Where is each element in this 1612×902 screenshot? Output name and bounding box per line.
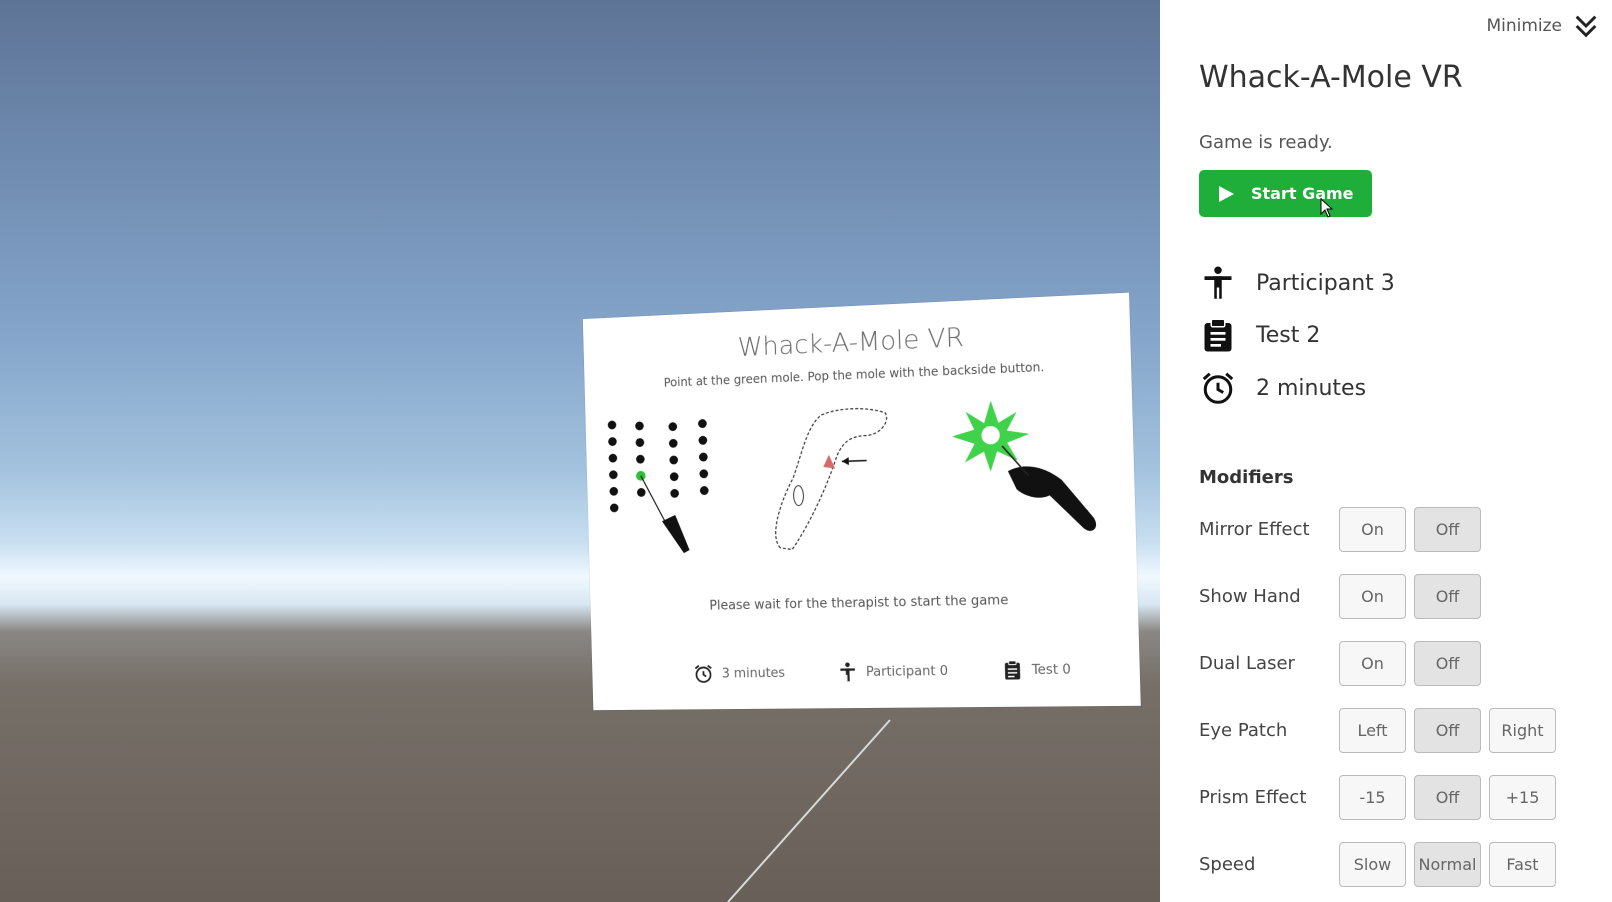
modifier-label: Eye Patch — [1199, 719, 1288, 741]
speed-fast-button[interactable]: Fast — [1489, 841, 1556, 887]
eye-patch-left-button[interactable]: Left — [1339, 707, 1406, 753]
eye-patch-off-button[interactable]: Off — [1414, 707, 1481, 753]
duration-info: 2 minutes — [1200, 370, 1366, 406]
modifier-label: Mirror Effect — [1199, 518, 1310, 540]
card-footer: 3 minutes Participant 0 Test 0 — [668, 658, 1099, 685]
alarm-clock-icon — [1202, 372, 1234, 404]
eye-patch-right-button[interactable]: Right — [1489, 707, 1556, 753]
prism-effect-plus-15-button[interactable]: +15 — [1489, 774, 1556, 820]
dual-laser-off-button[interactable]: Off — [1414, 640, 1481, 686]
modifiers-title: Modifiers — [1199, 467, 1294, 488]
modifier-row-mirror-effect: Mirror Effect On Off — [1199, 505, 1599, 553]
test-info: Test 2 — [1200, 317, 1320, 353]
minimize-button[interactable]: Minimize — [1486, 12, 1600, 40]
modifier-row-dual-laser: Dual Laser On Off — [1199, 639, 1599, 687]
card-footer-duration-text: 3 minutes — [721, 665, 786, 682]
modifier-label: Speed — [1199, 853, 1256, 875]
person-icon — [1204, 266, 1232, 299]
clipboard-icon — [1204, 318, 1232, 352]
speed-normal-button[interactable]: Normal — [1414, 841, 1481, 887]
alarm-clock-icon — [693, 663, 715, 685]
show-hand-on-button[interactable]: On — [1339, 573, 1406, 619]
modifier-row-show-hand: Show Hand On Off — [1199, 572, 1599, 620]
vr-controller-outline-icon — [772, 407, 890, 549]
play-icon — [1219, 185, 1234, 202]
therapist-panel: Minimize Whack-A-Mole VR Game is ready. … — [1160, 0, 1612, 902]
mirror-effect-off-button[interactable]: Off — [1414, 506, 1481, 552]
duration-text: 2 minutes — [1256, 375, 1367, 401]
modifier-row-prism-effect: Prism Effect -15 Off +15 — [1199, 773, 1599, 821]
card-footer-participant-text: Participant 0 — [865, 663, 949, 680]
card-footer-test-text: Test 0 — [1031, 661, 1072, 678]
card-footer-duration: 3 minutes — [693, 662, 786, 685]
game-status: Game is ready. — [1199, 132, 1333, 153]
app-title: Whack-A-Mole VR — [1199, 60, 1463, 95]
participant-text: Participant 3 — [1256, 270, 1395, 296]
participant-info: Participant 3 — [1200, 265, 1395, 301]
dual-laser-on-button[interactable]: On — [1339, 640, 1406, 686]
modifier-label: Prism Effect — [1199, 786, 1307, 808]
modifier-row-speed: Speed Slow Normal Fast — [1199, 840, 1599, 888]
pop-burst-icon — [951, 399, 1031, 473]
controller-large-icon — [1007, 464, 1097, 533]
modifier-row-eye-patch: Eye Patch Left Off Right — [1199, 706, 1599, 754]
green-mole-icon — [635, 470, 646, 481]
mirror-effect-on-button[interactable]: On — [1339, 506, 1406, 552]
mouse-cursor-icon — [1320, 198, 1334, 218]
card-wait-message: Please wait for the therapist to start t… — [709, 593, 1009, 614]
clipboard-icon — [1004, 659, 1021, 680]
modifier-label: Dual Laser — [1199, 652, 1295, 674]
instruction-illustration — [607, 399, 1097, 554]
prism-effect-minus-15-button[interactable]: -15 — [1339, 774, 1406, 820]
show-hand-off-button[interactable]: Off — [1414, 573, 1481, 619]
vr-viewport: Whack-A-Mole VR Point at the green mole.… — [0, 0, 1160, 902]
start-game-label: Start Game — [1251, 184, 1354, 203]
start-game-button[interactable]: Start Game — [1199, 170, 1372, 217]
controller-small-icon — [661, 514, 690, 554]
speed-slow-button[interactable]: Slow — [1339, 841, 1406, 887]
minimize-label: Minimize — [1486, 16, 1562, 36]
mole-grid-icon — [607, 419, 709, 513]
card-footer-test: Test 0 — [1001, 658, 1071, 681]
double-chevron-down-icon — [1575, 15, 1597, 38]
modifier-label: Show Hand — [1199, 585, 1301, 607]
prism-effect-off-button[interactable]: Off — [1414, 774, 1481, 820]
test-text: Test 2 — [1256, 322, 1321, 348]
person-icon — [839, 662, 855, 682]
card-footer-participant: Participant 0 — [836, 660, 948, 683]
instruction-card: Whack-A-Mole VR Point at the green mole.… — [582, 292, 1141, 711]
